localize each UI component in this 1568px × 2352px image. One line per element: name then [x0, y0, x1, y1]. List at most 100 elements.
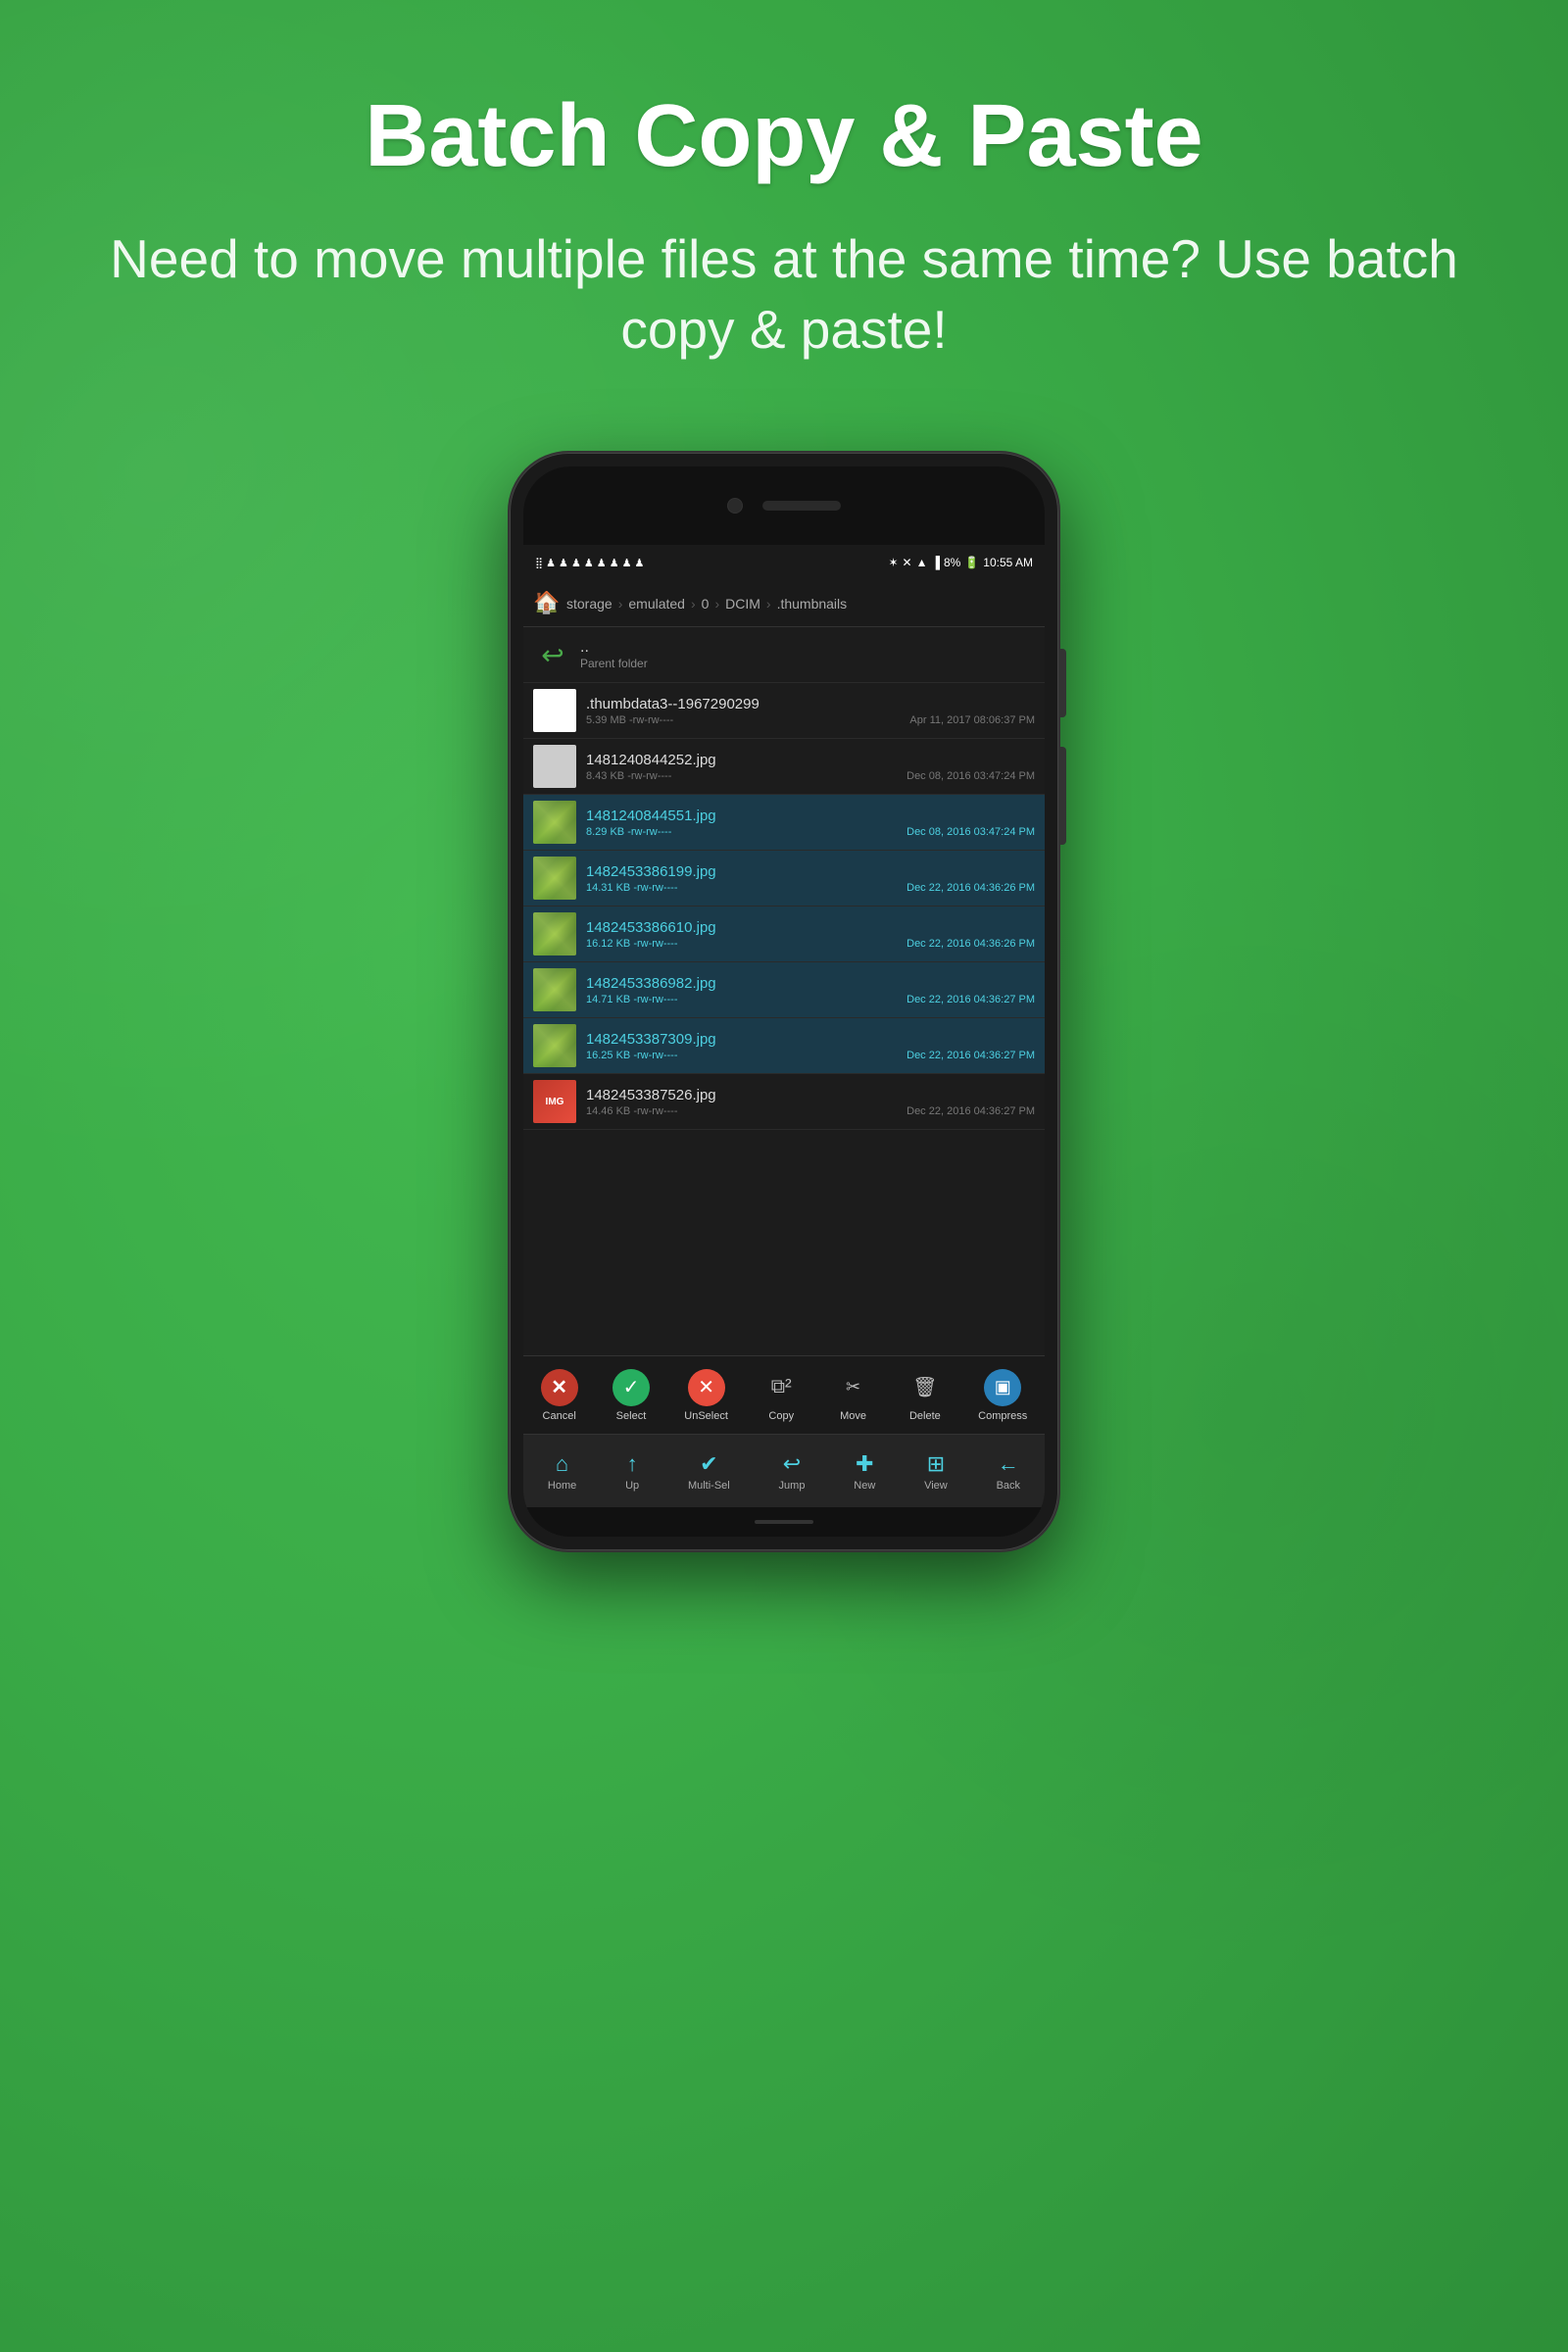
file-row[interactable]: 1482453386982.jpg 14.71 KB -rw-rw---- De… — [523, 962, 1045, 1018]
breadcrumb-thumbnails[interactable]: .thumbnails — [777, 596, 848, 612]
file-size: 14.46 KB -rw-rw---- — [586, 1105, 678, 1117]
breadcrumb-sep4: › — [766, 596, 771, 612]
multisel-nav-button[interactable]: ✔ Multi-Sel — [682, 1447, 736, 1495]
select-icon: ✓ — [612, 1369, 650, 1406]
file-thumbnail — [533, 745, 576, 788]
breadcrumb-dcim[interactable]: DCIM — [725, 596, 760, 612]
file-size: 8.43 KB -rw-rw---- — [586, 770, 671, 782]
view-nav-label: View — [924, 1480, 948, 1492]
back-nav-icon: ← — [998, 1451, 1019, 1477]
file-date: Dec 08, 2016 03:47:24 PM — [906, 770, 1035, 782]
file-row[interactable]: 1482453386199.jpg 14.31 KB -rw-rw---- De… — [523, 851, 1045, 906]
compress-label: Compress — [978, 1410, 1027, 1422]
file-name: 1482453386982.jpg — [586, 975, 1035, 992]
file-thumbnail — [533, 1024, 576, 1067]
file-date: Dec 08, 2016 03:47:24 PM — [906, 826, 1035, 838]
battery-percent: 8% — [944, 556, 960, 569]
unselect-icon: ✕ — [688, 1369, 725, 1406]
file-date: Dec 22, 2016 04:36:26 PM — [906, 938, 1035, 950]
up-nav-button[interactable]: ↑ Up — [619, 1447, 645, 1495]
phone-device: ⣿ ♟ ♟ ♟ ♟ ♟ ♟ ♟ ♟ ✶ ✕ ▲ ▐ 8% 🔋 10:55 AM … — [510, 453, 1058, 1550]
wifi-icon: ▲ — [916, 556, 928, 569]
up-nav-icon: ↑ — [627, 1451, 638, 1477]
parent-folder-dots: .. — [580, 639, 648, 657]
file-row[interactable]: 1481240844252.jpg 8.43 KB -rw-rw---- Dec… — [523, 739, 1045, 795]
breadcrumb-storage[interactable]: storage — [566, 596, 612, 612]
status-icons: ⣿ ♟ ♟ ♟ ♟ ♟ ♟ ♟ ♟ — [535, 557, 644, 569]
file-row[interactable]: .thumbdata3--1967290299 5.39 MB -rw-rw--… — [523, 683, 1045, 739]
signal-icon: ▐ — [931, 556, 940, 569]
file-size: 16.25 KB -rw-rw---- — [586, 1050, 678, 1061]
file-name: 1481240844551.jpg — [586, 808, 1035, 824]
parent-folder-row[interactable]: ↩ .. Parent folder — [523, 627, 1045, 683]
breadcrumb-bar: 🏠 storage › emulated › 0 › DCIM › .thumb… — [523, 580, 1045, 627]
jump-nav-label: Jump — [779, 1480, 806, 1492]
select-button[interactable]: ✓ Select — [607, 1365, 656, 1426]
home-nav-label: Home — [548, 1480, 576, 1492]
file-row[interactable]: 1482453386610.jpg 16.12 KB -rw-rw---- De… — [523, 906, 1045, 962]
home-nav-icon: ⌂ — [556, 1451, 568, 1477]
back-nav-label: Back — [997, 1480, 1020, 1492]
jump-nav-icon: ↩ — [783, 1451, 801, 1477]
compress-icon: ▣ — [984, 1369, 1021, 1406]
status-bar: ⣿ ♟ ♟ ♟ ♟ ♟ ♟ ♟ ♟ ✶ ✕ ▲ ▐ 8% 🔋 10:55 AM — [523, 545, 1045, 580]
copy-button[interactable]: ⧉² Copy — [757, 1365, 806, 1426]
file-thumbnail — [533, 912, 576, 956]
file-list: ↩ .. Parent folder .thumbdata3--19672902… — [523, 627, 1045, 1355]
file-size: 14.71 KB -rw-rw---- — [586, 994, 678, 1005]
up-nav-label: Up — [625, 1480, 639, 1492]
breadcrumb-0[interactable]: 0 — [702, 596, 710, 612]
wifi-x-icon: ✕ — [903, 556, 912, 569]
file-name: 1482453386610.jpg — [586, 919, 1035, 936]
page-subtitle: Need to move multiple files at the same … — [0, 205, 1568, 423]
view-nav-icon: ⊞ — [927, 1451, 945, 1477]
jump-nav-button[interactable]: ↩ Jump — [773, 1447, 811, 1495]
file-date: Dec 22, 2016 04:36:27 PM — [906, 1105, 1035, 1117]
file-name: 1482453387309.jpg — [586, 1031, 1035, 1048]
file-date: Dec 22, 2016 04:36:26 PM — [906, 882, 1035, 894]
copy-label: Copy — [768, 1410, 794, 1422]
file-date: Apr 11, 2017 08:06:37 PM — [909, 714, 1035, 726]
new-nav-icon: ✚ — [856, 1451, 873, 1477]
cancel-label: Cancel — [543, 1410, 576, 1422]
file-size: 14.31 KB -rw-rw---- — [586, 882, 678, 894]
file-size: 16.12 KB -rw-rw---- — [586, 938, 678, 950]
new-nav-label: New — [854, 1480, 875, 1492]
compress-button[interactable]: ▣ Compress — [972, 1365, 1033, 1426]
multisel-nav-label: Multi-Sel — [688, 1480, 730, 1492]
file-date: Dec 22, 2016 04:36:27 PM — [906, 1050, 1035, 1061]
delete-label: Delete — [909, 1410, 941, 1422]
file-thumbnail — [533, 689, 576, 732]
file-row[interactable]: 1481240844551.jpg 8.29 KB -rw-rw---- Dec… — [523, 795, 1045, 851]
file-name: .thumbdata3--1967290299 — [586, 696, 1035, 712]
bluetooth-icon: ✶ — [888, 556, 898, 569]
home-indicator — [755, 1520, 813, 1524]
scissors-icon: ✂ — [835, 1369, 872, 1406]
file-size: 5.39 MB -rw-rw---- — [586, 714, 673, 726]
unselect-button[interactable]: ✕ UnSelect — [678, 1365, 734, 1426]
file-row[interactable]: IMG 1482453387526.jpg 14.46 KB -rw-rw---… — [523, 1074, 1045, 1130]
multisel-nav-icon: ✔ — [700, 1451, 717, 1477]
copy-icon: ⧉² — [762, 1369, 800, 1406]
unselect-label: UnSelect — [684, 1410, 728, 1422]
file-row[interactable]: 1482453387309.jpg 16.25 KB -rw-rw---- De… — [523, 1018, 1045, 1074]
home-nav-button[interactable]: ⌂ Home — [542, 1447, 582, 1495]
breadcrumb-emulated[interactable]: emulated — [628, 596, 685, 612]
action-toolbar: ✕ Cancel ✓ Select ✕ UnSelect ⧉² Copy ✂ — [523, 1355, 1045, 1434]
cancel-icon: ✕ — [541, 1369, 578, 1406]
cancel-button[interactable]: ✕ Cancel — [535, 1365, 584, 1426]
file-name: 1482453386199.jpg — [586, 863, 1035, 880]
delete-button[interactable]: 🗑 Delete — [901, 1365, 950, 1426]
view-nav-button[interactable]: ⊞ View — [918, 1447, 954, 1495]
breadcrumb-sep1: › — [618, 596, 623, 612]
breadcrumb-sep2: › — [691, 596, 696, 612]
move-button[interactable]: ✂ Move — [829, 1365, 878, 1426]
page-title: Batch Copy & Paste — [0, 0, 1568, 205]
home-breadcrumb-icon: 🏠 — [533, 590, 561, 617]
new-nav-button[interactable]: ✚ New — [848, 1447, 881, 1495]
camera-icon — [727, 498, 743, 514]
speaker-bar — [762, 501, 841, 511]
parent-folder-icon: ↩ — [533, 635, 572, 674]
back-nav-button[interactable]: ← Back — [991, 1447, 1026, 1495]
time-display: 10:55 AM — [983, 556, 1033, 569]
